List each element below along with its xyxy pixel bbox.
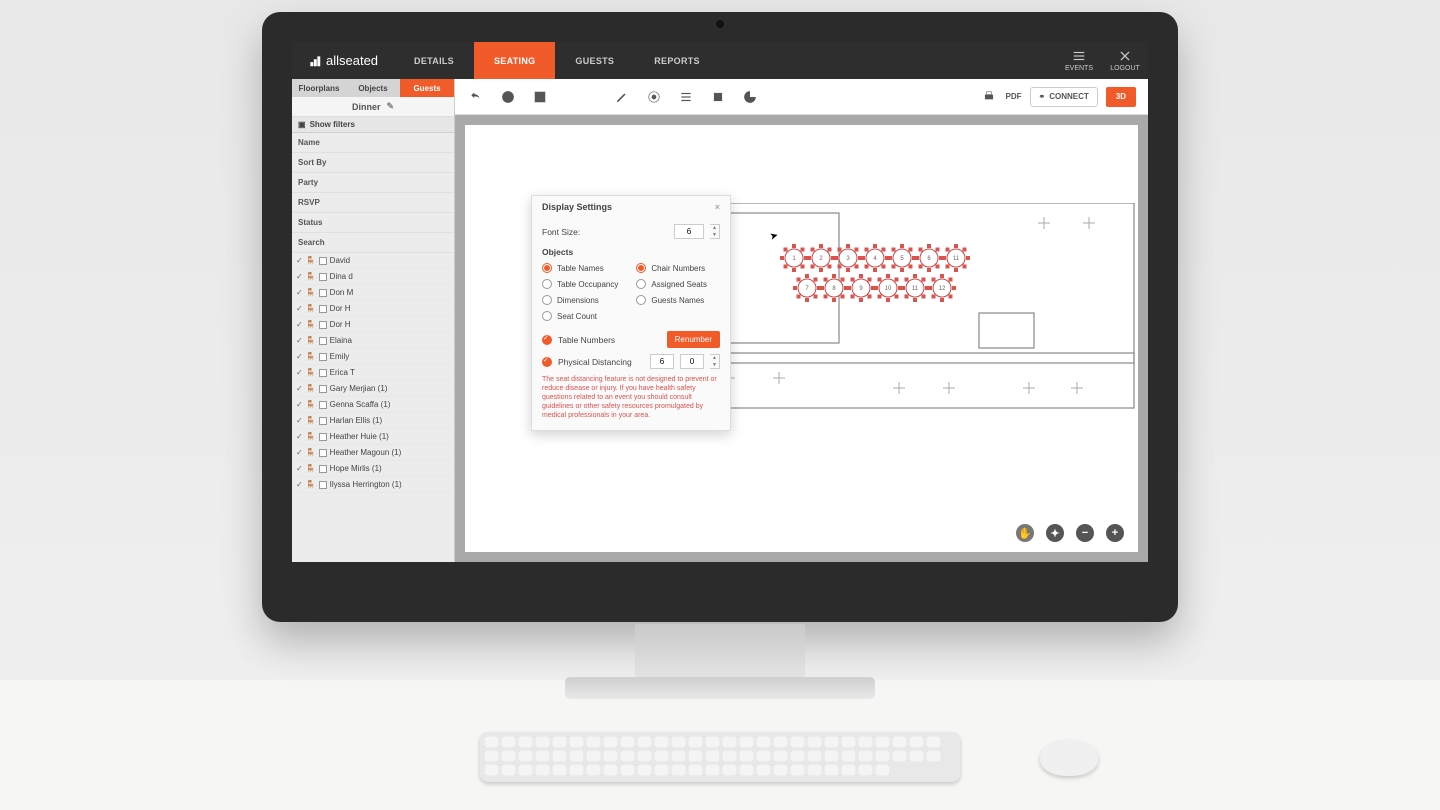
monitor-stand — [635, 624, 805, 684]
svg-text:12: 12 — [939, 286, 946, 292]
keyboard — [480, 732, 960, 782]
guest-list: ✓🪑David✓🪑Dina d✓🪑Don M✓🪑Dor H✓🪑Dor H✓🪑El… — [292, 253, 454, 562]
radio-table-names[interactable] — [542, 263, 552, 273]
main-area: PDF ⚭ CONNECT 3D — [455, 79, 1148, 562]
camera-icon — [716, 20, 724, 28]
3d-button[interactable]: 3D — [1106, 87, 1136, 107]
svg-text:11: 11 — [953, 256, 960, 262]
nav-guests[interactable]: GUESTS — [555, 42, 634, 79]
filter-search[interactable]: Search — [292, 233, 454, 253]
show-filters-label: Show filters — [310, 120, 355, 129]
popup-title: Display Settings — [542, 202, 612, 212]
square-icon[interactable] — [709, 88, 727, 106]
mouse — [1040, 740, 1098, 776]
font-size-label: Font Size: — [542, 227, 668, 237]
nav-details[interactable]: DETAILS — [394, 42, 474, 79]
nav-logout[interactable]: LOGOUT — [1102, 42, 1148, 79]
pencil-icon[interactable] — [613, 88, 631, 106]
guest-row[interactable]: ✓🪑Heather Huie (1) — [292, 429, 454, 445]
close-icon[interactable]: × — [715, 202, 720, 212]
connect-button[interactable]: ⚭ CONNECT — [1030, 87, 1098, 107]
events-label: EVENTS — [1065, 65, 1093, 72]
show-filters-toggle[interactable]: ▣ Show filters — [292, 117, 454, 133]
zoom-out-icon[interactable]: − — [1076, 524, 1094, 542]
radio-assigned-seats[interactable] — [636, 279, 646, 289]
toggle-table-numbers[interactable] — [542, 335, 552, 345]
filter-status[interactable]: Status — [292, 213, 454, 233]
font-size-input[interactable] — [674, 224, 704, 239]
list-icon[interactable] — [677, 88, 695, 106]
svg-text:11: 11 — [912, 286, 919, 292]
font-size-stepper[interactable]: ▲▼ — [710, 224, 720, 239]
radio-guests-names[interactable] — [636, 295, 646, 305]
sidebar: Floorplans Objects Guests Dinner ✎ ▣ Sho… — [292, 79, 455, 562]
guest-row[interactable]: ✓🪑Genna Scaffa (1) — [292, 397, 454, 413]
filter-name[interactable]: Name — [292, 133, 454, 153]
guest-row[interactable]: ✓🪑Hope Mirlis (1) — [292, 461, 454, 477]
tab-guests[interactable]: Guests — [400, 79, 454, 97]
svg-text:10: 10 — [885, 286, 892, 292]
pdf-label[interactable]: PDF — [1006, 92, 1022, 101]
tab-floorplans[interactable]: Floorplans — [292, 79, 346, 97]
pan-icon[interactable]: ✋ — [1016, 524, 1034, 542]
objects-section: Objects — [542, 247, 720, 257]
top-nav: allseated DETAILS SEATING GUESTS REPORTS… — [292, 42, 1148, 79]
table-numbers-label: Table Numbers — [558, 335, 615, 345]
app-screen: allseated DETAILS SEATING GUESTS REPORTS… — [292, 42, 1148, 562]
center-icon[interactable]: ✦ — [1046, 524, 1064, 542]
guest-row[interactable]: ✓🪑Erica T — [292, 365, 454, 381]
toggle-physical-distancing[interactable] — [542, 357, 552, 367]
guest-row[interactable]: ✓🪑Dor H — [292, 317, 454, 333]
monitor-foot — [565, 677, 875, 699]
guest-row[interactable]: ✓🪑Elaina — [292, 333, 454, 349]
connect-label: CONNECT — [1049, 92, 1089, 101]
guest-row[interactable]: ✓🪑Emily — [292, 349, 454, 365]
guest-row[interactable]: ✓🪑Dor H — [292, 301, 454, 317]
distance-inches-input[interactable] — [680, 354, 704, 369]
undo-icon[interactable] — [467, 88, 485, 106]
filter-party[interactable]: Party — [292, 173, 454, 193]
distance-feet-input[interactable] — [650, 354, 674, 369]
pie-icon[interactable] — [741, 88, 759, 106]
guest-row[interactable]: ✓🪑Gary Merjian (1) — [292, 381, 454, 397]
distance-stepper[interactable]: ▲▼ — [710, 354, 720, 369]
nav-reports[interactable]: REPORTS — [634, 42, 720, 79]
filter-sortby[interactable]: Sort By — [292, 153, 454, 173]
tab-objects[interactable]: Objects — [346, 79, 400, 97]
event-title: Dinner — [352, 102, 381, 112]
monitor-bezel: allseated DETAILS SEATING GUESTS REPORTS… — [262, 12, 1178, 622]
radio-chair-numbers[interactable] — [636, 263, 646, 273]
grid-icon[interactable] — [531, 88, 549, 106]
edit-icon[interactable]: ✎ — [386, 101, 394, 112]
nav-events[interactable]: EVENTS — [1056, 42, 1102, 79]
filter-rsvp[interactable]: RSVP — [292, 193, 454, 213]
guest-row[interactable]: ✓🪑David — [292, 253, 454, 269]
distancing-warning: The seat distancing feature is not desig… — [542, 375, 720, 420]
logo[interactable]: allseated — [292, 53, 394, 68]
guest-row[interactable]: ✓🪑Ilyssa Herrington (1) — [292, 477, 454, 493]
radio-dimensions[interactable] — [542, 295, 552, 305]
info-icon[interactable] — [499, 88, 517, 106]
guest-row[interactable]: ✓🪑Harlan Ellis (1) — [292, 413, 454, 429]
zoom-in-icon[interactable]: + — [1106, 524, 1124, 542]
guest-row[interactable]: ✓🪑Heather Magoun (1) — [292, 445, 454, 461]
guest-row[interactable]: ✓🪑Don M — [292, 285, 454, 301]
collapse-icon: ▣ — [298, 120, 306, 129]
logo-text: allseated — [326, 53, 378, 68]
gear-icon[interactable] — [645, 88, 663, 106]
event-title-bar: Dinner ✎ — [292, 97, 454, 117]
toolbar: PDF ⚭ CONNECT 3D — [455, 79, 1148, 115]
logout-label: LOGOUT — [1110, 65, 1140, 72]
physical-label: Physical Distancing — [558, 357, 644, 367]
renumber-button[interactable]: Renumber — [667, 331, 720, 348]
radio-seat-count[interactable] — [542, 311, 552, 321]
floorplan-canvas[interactable]: 12345611789101112 ✋ ✦ − + — [465, 125, 1138, 552]
nav-seating[interactable]: SEATING — [474, 42, 555, 79]
guest-row[interactable]: ✓🪑Dina d — [292, 269, 454, 285]
radio-table-occupancy[interactable] — [542, 279, 552, 289]
monitor: allseated DETAILS SEATING GUESTS REPORTS… — [262, 12, 1178, 622]
print-icon[interactable] — [980, 88, 998, 106]
link-icon: ⚭ — [1039, 92, 1046, 101]
display-settings-popup: Display Settings × Font Size: ▲▼ — [531, 195, 731, 431]
